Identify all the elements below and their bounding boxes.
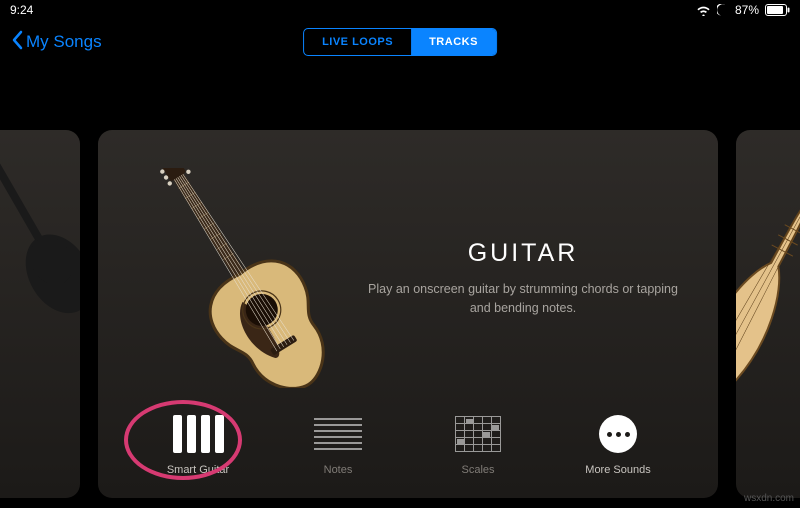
segmented-control: LIVE LOOPS TRACKS (303, 28, 497, 56)
watermark: wsxdn.com (744, 493, 794, 504)
instrument-description: Play an onscreen guitar by strumming cho… (368, 280, 678, 318)
back-label: My Songs (26, 32, 102, 52)
instrument-title: GUITAR (368, 239, 678, 268)
chevron-left-icon (10, 30, 24, 55)
option-label: Notes (324, 464, 353, 476)
tab-live-loops[interactable]: LIVE LOOPS (304, 29, 411, 55)
more-sounds-icon (594, 414, 642, 454)
option-label: More Sounds (585, 464, 650, 476)
carousel-card-prev[interactable] (0, 130, 80, 498)
guitar-image (128, 168, 358, 388)
do-not-disturb-icon (717, 4, 729, 16)
nav-bar: My Songs LIVE LOOPS TRACKS (0, 20, 800, 64)
battery-icon (765, 4, 790, 16)
status-bar: 9:24 87% (0, 0, 800, 20)
scales-icon (454, 414, 502, 454)
status-right: 87% (696, 3, 790, 17)
option-more-sounds[interactable]: More Sounds (573, 414, 663, 476)
status-time: 9:24 (10, 3, 33, 17)
option-notes[interactable]: Notes (293, 414, 383, 476)
option-label: Scales (461, 464, 494, 476)
option-scales[interactable]: Scales (433, 414, 523, 476)
bass-icon (0, 130, 80, 330)
option-label: Smart Guitar (167, 464, 229, 476)
option-smart-guitar[interactable]: Smart Guitar (153, 414, 243, 476)
smart-guitar-icon (174, 414, 222, 454)
notes-icon (314, 414, 362, 454)
instrument-info: GUITAR Play an onscreen guitar by strumm… (358, 239, 688, 318)
instrument-carousel[interactable]: GUITAR Play an onscreen guitar by strumm… (0, 130, 800, 498)
wifi-icon (696, 5, 711, 16)
tab-tracks[interactable]: TRACKS (411, 29, 496, 55)
instrument-options: Smart Guitar Notes Scales More Sounds (98, 406, 718, 498)
carousel-card-next[interactable] (736, 130, 800, 498)
back-button[interactable]: My Songs (10, 30, 102, 55)
battery-percent: 87% (735, 3, 759, 17)
carousel-card-guitar: GUITAR Play an onscreen guitar by strumm… (98, 130, 718, 498)
pipa-icon (736, 130, 800, 390)
